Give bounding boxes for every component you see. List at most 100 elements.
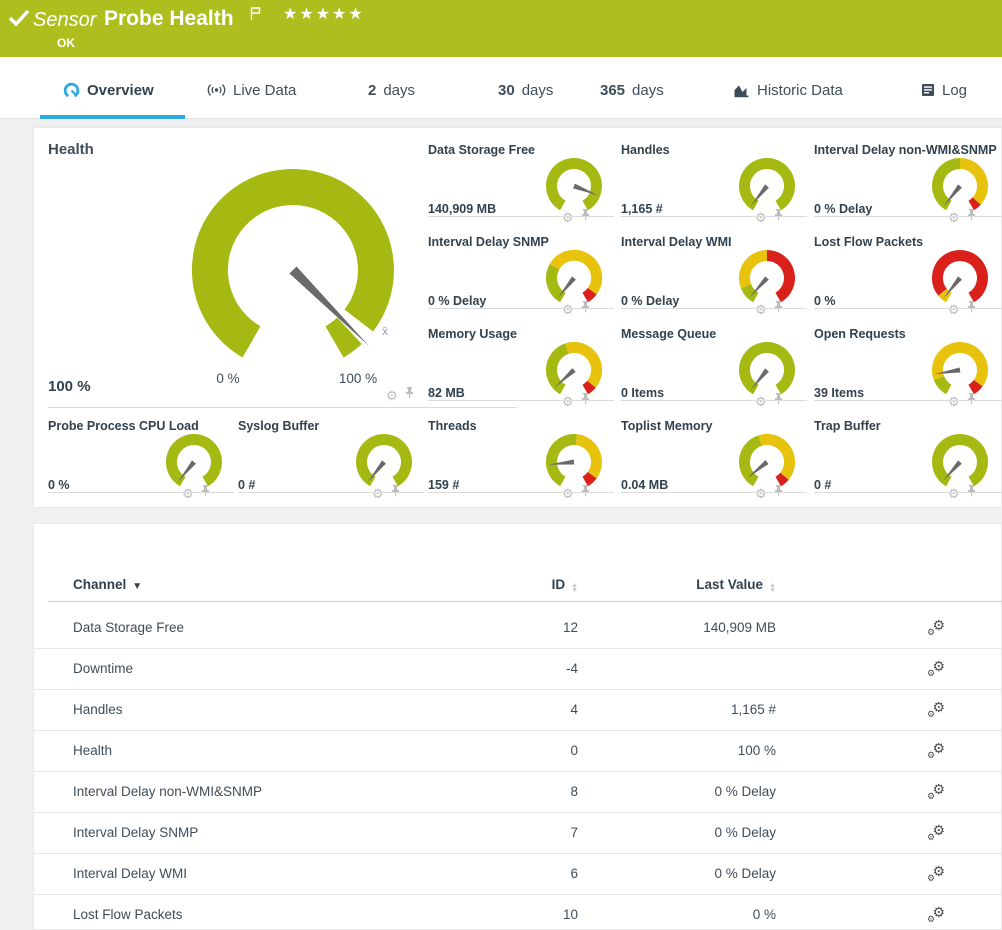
tab-log[interactable]: Log (921, 77, 967, 103)
gauge-settings-icon[interactable]: ⚙ (755, 211, 767, 224)
tab-days2[interactable]: 2days (368, 77, 415, 103)
gauge-settings-icon[interactable]: ⚙ (562, 303, 574, 316)
gauge-tile-value: 0 % (48, 478, 70, 492)
gauge-settings-icon[interactable]: ⚙ (562, 211, 574, 224)
channel-settings-button[interactable]: ⚙⚙ (927, 864, 947, 884)
pin-icon[interactable] (580, 208, 591, 226)
gauge-settings-icon[interactable]: ⚙ (755, 395, 767, 408)
gauge-settings-icon[interactable]: ⚙ (562, 395, 574, 408)
gauge-needle (944, 276, 962, 298)
channel-last-value: 0 % Delay (594, 854, 776, 894)
gauge-tile-value: 159 # (428, 478, 459, 492)
tile-tools: ⚙ (948, 300, 977, 318)
tile-divider (621, 216, 807, 217)
channel-settings-button[interactable]: ⚙⚙ (927, 700, 947, 720)
gauge-settings-icon[interactable]: ⚙ (386, 389, 398, 402)
channel-name: Handles (73, 690, 123, 730)
gauge-tile-label: Handles (621, 143, 670, 157)
gauge-settings-icon[interactable]: ⚙ (562, 487, 574, 500)
gauge-tile-data-storage-free: Data Storage Free140,909 MB⚙ (428, 141, 614, 232)
gauge-settings-icon[interactable]: ⚙ (948, 303, 960, 316)
gauge-tile-label: Syslog Buffer (238, 419, 319, 433)
priority-flag-icon[interactable] (249, 6, 262, 26)
chevron-down-icon: ▼ (132, 581, 142, 592)
pin-icon[interactable] (966, 208, 977, 226)
channel-settings-button[interactable]: ⚙⚙ (927, 823, 947, 843)
pin-icon[interactable] (580, 392, 591, 410)
pin-icon[interactable] (773, 484, 784, 502)
tile-divider (48, 492, 234, 493)
gauge-tile-value: 140,909 MB (428, 202, 496, 216)
pin-icon[interactable] (200, 484, 211, 502)
priority-stars[interactable]: ★★★★★ (283, 4, 365, 24)
channel-settings-button[interactable]: ⚙⚙ (927, 659, 947, 679)
table-row-data-storage-free[interactable]: Data Storage Free12140,909 MB⚙⚙ (34, 608, 1002, 649)
channel-settings-button[interactable]: ⚙⚙ (927, 618, 947, 638)
column-header-id[interactable]: ID▲▼ (464, 577, 578, 593)
gauge-settings-icon[interactable]: ⚙ (948, 395, 960, 408)
tile-tools: ⚙ (562, 484, 591, 502)
channel-id: 0 (454, 731, 578, 771)
gauge-settings-icon[interactable]: ⚙ (755, 303, 767, 316)
gauge-needle (368, 460, 386, 482)
tile-tools: ⚙ (562, 208, 591, 226)
tile-tools: ⚙ (372, 484, 401, 502)
tile-tools: ⚙ (948, 484, 977, 502)
gauge-tile-label: Open Requests (814, 327, 906, 341)
health-scale-min: 0 % (198, 371, 258, 386)
table-row-downtime[interactable]: Downtime-4⚙⚙ (34, 649, 1002, 690)
channel-last-value: 0 % (594, 895, 776, 930)
tab-overview[interactable]: Overview (63, 77, 154, 103)
tile-divider (428, 492, 614, 493)
pin-icon[interactable] (773, 208, 784, 226)
pin-icon[interactable] (773, 392, 784, 410)
tab-number: 365 (600, 82, 625, 99)
tile-tools: ⚙ (562, 300, 591, 318)
tile-divider (814, 492, 1002, 493)
tab-historic-data[interactable]: Historic Data (733, 77, 843, 103)
table-row-interval-delay-snmp[interactable]: Interval Delay SNMP70 % Delay⚙⚙ (34, 813, 1002, 854)
object-type-label: Sensor (33, 9, 96, 32)
gauge-settings-icon[interactable]: ⚙ (182, 487, 194, 500)
pin-icon[interactable] (966, 392, 977, 410)
health-scale-max: 100 % (323, 371, 393, 386)
tab-days365[interactable]: 365days (600, 77, 664, 103)
pin-icon[interactable] (580, 484, 591, 502)
table-row-lost-flow-packets[interactable]: Lost Flow Packets100 %⚙⚙ (34, 895, 1002, 930)
tile-tools: ⚙ (948, 392, 977, 410)
gauge-settings-icon[interactable]: ⚙ (948, 211, 960, 224)
tile-divider (428, 400, 614, 401)
gauge-settings-icon[interactable]: ⚙ (948, 487, 960, 500)
gauge-needle (751, 368, 769, 390)
pin-icon[interactable] (404, 386, 415, 404)
channel-id: 8 (454, 772, 578, 812)
table-row-interval-delay-non-wmi-snmp[interactable]: Interval Delay non-WMI&SNMP80 % Delay⚙⚙ (34, 772, 1002, 813)
channel-settings-button[interactable]: ⚙⚙ (927, 782, 947, 802)
gauge-tile-trap-buffer: Trap Buffer0 #⚙ (814, 417, 1000, 508)
pin-icon[interactable] (966, 300, 977, 318)
column-header-channel[interactable]: Channel▼ (73, 577, 142, 592)
channel-settings-button[interactable]: ⚙⚙ (927, 741, 947, 761)
gauge-settings-icon[interactable]: ⚙ (372, 487, 384, 500)
pin-icon[interactable] (390, 484, 401, 502)
table-row-health[interactable]: Health0100 %⚙⚙ (34, 731, 1002, 772)
gauge-tile-value: 0 Items (621, 386, 664, 400)
status-check-icon (8, 8, 30, 33)
pin-icon[interactable] (773, 300, 784, 318)
table-header-divider (48, 601, 1002, 602)
tab-label: Historic Data (757, 82, 843, 99)
pin-icon[interactable] (580, 300, 591, 318)
tab-days30[interactable]: 30days (498, 77, 553, 103)
table-row-interval-delay-wmi[interactable]: Interval Delay WMI60 % Delay⚙⚙ (34, 854, 1002, 895)
tab-live-data[interactable]: Live Data (207, 77, 296, 103)
column-header-last-value[interactable]: Last Value▲▼ (594, 577, 776, 593)
gauge-settings-icon[interactable]: ⚙ (755, 487, 767, 500)
gauge-tile-value: 0 # (238, 478, 255, 492)
channel-settings-button[interactable]: ⚙⚙ (927, 905, 947, 925)
sort-icon: ▲▼ (769, 583, 776, 593)
gauge-tile-value: 1,165 # (621, 202, 663, 216)
gauge-tile-probe-process-cpu-load: Probe Process CPU Load0 %⚙ (48, 417, 234, 508)
pin-icon[interactable] (966, 484, 977, 502)
gauge-tile-interval-delay-non-wmi-snmp: Interval Delay non-WMI&SNMP0 % Delay⚙ (814, 141, 1000, 232)
table-row-handles[interactable]: Handles41,165 #⚙⚙ (34, 690, 1002, 731)
